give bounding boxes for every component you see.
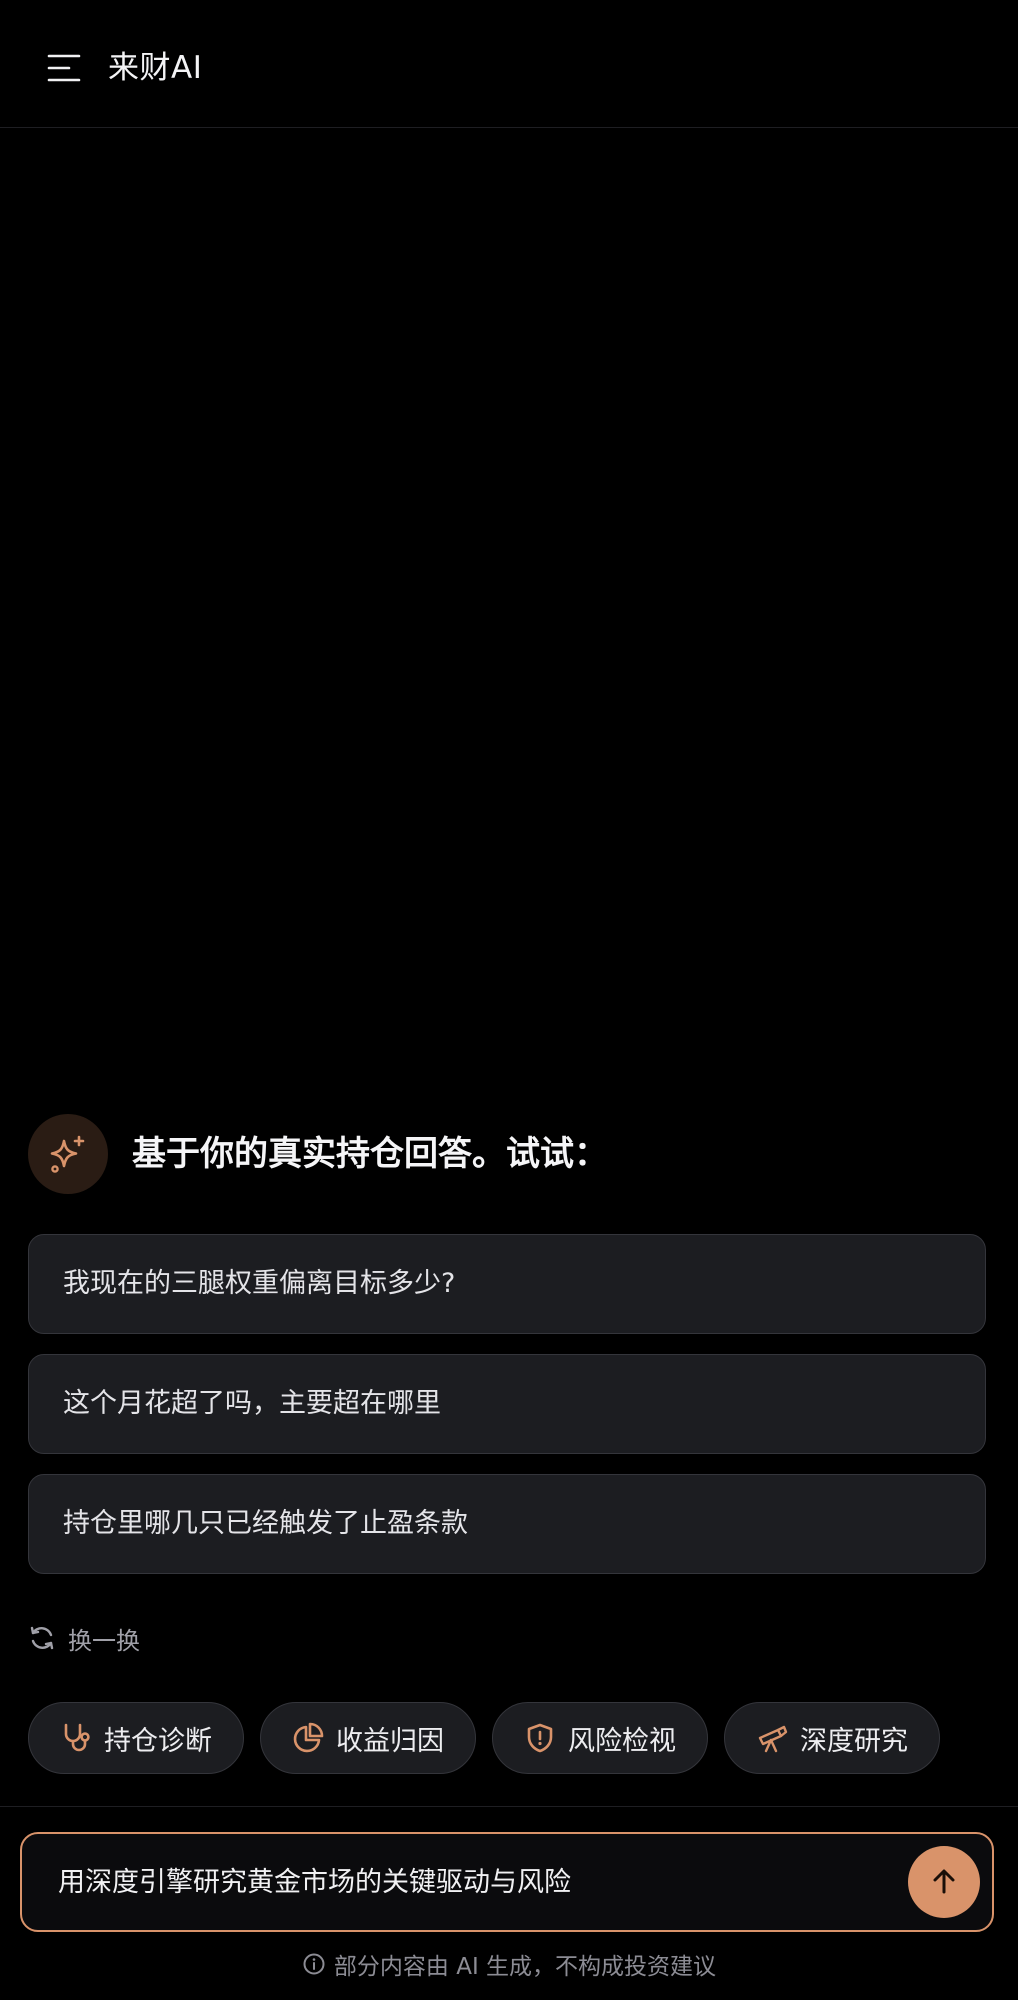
- chip-label: 持仓诊断: [104, 1725, 212, 1757]
- suggestion-card[interactable]: 我现在的三腿权重偏离目标多少?: [28, 1234, 986, 1334]
- shield-alert-icon: [524, 1722, 556, 1754]
- chip-label: 风险检视: [568, 1725, 676, 1757]
- menu-button[interactable]: [40, 44, 88, 92]
- chip-label: 收益归因: [336, 1725, 444, 1757]
- refresh-label: 换一换: [68, 1626, 140, 1655]
- refresh-button[interactable]: 换一换: [28, 1618, 140, 1658]
- chip-risk-review[interactable]: 风险检视: [492, 1702, 708, 1774]
- hamburger-menu-icon: [47, 54, 81, 82]
- message-input[interactable]: [56, 1834, 880, 1932]
- chip-holding-diagnosis[interactable]: 持仓诊断: [28, 1702, 244, 1774]
- ai-disclaimer: 部分内容由 AI 生成，不构成投资建议: [0, 1946, 1018, 1982]
- app-header: 来财AI: [0, 0, 1018, 128]
- pie-chart-icon: [292, 1722, 324, 1754]
- info-icon: [303, 1953, 325, 1975]
- composer-divider: [0, 1806, 1018, 1807]
- telescope-icon: [756, 1722, 788, 1754]
- chip-deep-research[interactable]: 深度研究: [724, 1702, 940, 1774]
- chat-page: 来财AI 基于你的真实持仓回答。试试： 我现在的三腿权重偏离目标多少? 这个月花…: [0, 0, 1018, 2000]
- sparkle-avatar: [28, 1114, 108, 1194]
- prompt-heading: 基于你的真实持仓回答。试试：: [132, 1134, 608, 1174]
- app-title: 来财AI: [108, 50, 203, 86]
- stethoscope-icon: [60, 1722, 92, 1754]
- suggestion-card[interactable]: 持仓里哪几只已经触发了止盈条款: [28, 1474, 986, 1574]
- send-button[interactable]: [908, 1846, 980, 1918]
- message-composer: [20, 1832, 994, 1932]
- disclaimer-text: 部分内容由 AI 生成，不构成投资建议: [333, 1954, 717, 1980]
- sparkle-icon: [50, 1135, 85, 1173]
- suggestion-card[interactable]: 这个月花超了吗，主要超在哪里: [28, 1354, 986, 1454]
- refresh-icon: [30, 1626, 54, 1650]
- arrow-up-icon: [933, 1869, 955, 1894]
- chip-return-attribution[interactable]: 收益归因: [260, 1702, 476, 1774]
- chip-label: 深度研究: [800, 1725, 908, 1757]
